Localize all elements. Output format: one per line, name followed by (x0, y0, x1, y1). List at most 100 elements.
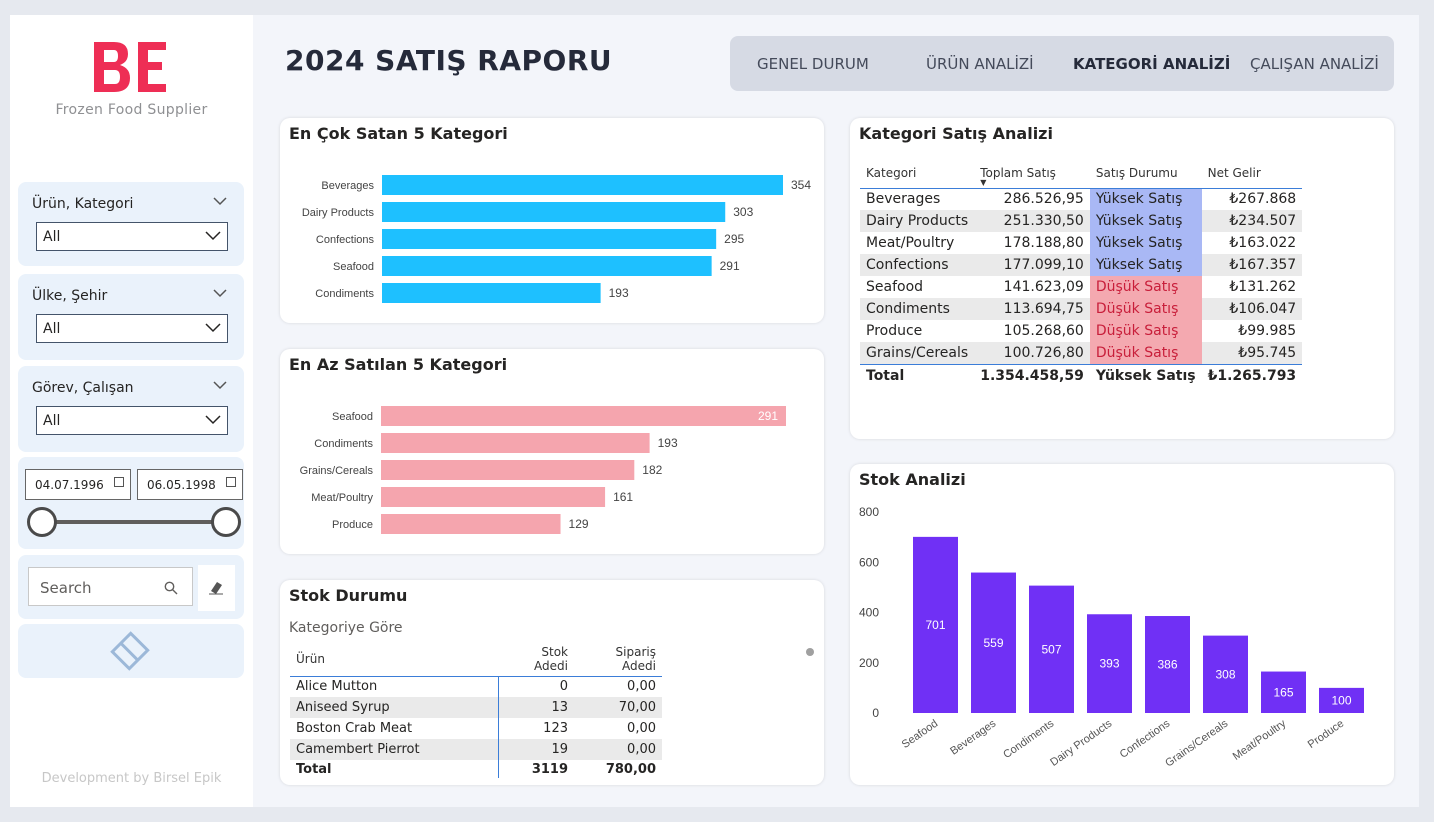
end-date-handle[interactable] (211, 507, 241, 537)
country-city-dropdown[interactable]: All (36, 314, 228, 343)
scrollbar-handle[interactable] (806, 648, 814, 656)
table-row[interactable]: Seafood 141.623,09 Düşük Satış ₺131.262 (860, 276, 1302, 298)
category-cell: Produce (866, 323, 923, 339)
sort-descending-icon[interactable]: ▼ (980, 178, 986, 187)
sales-status-cell: Düşük Satış (1089, 342, 1202, 364)
column-header-total-sales[interactable]: Toplam Satış ▼ (974, 158, 1090, 188)
total-sales-cell: 141.623,09 (1003, 279, 1084, 295)
chevron-down-icon[interactable] (212, 194, 228, 208)
bar[interactable] (382, 175, 783, 195)
search-icon[interactable] (164, 581, 178, 595)
category-label: Seafood (332, 411, 373, 423)
x-tick-label: Seafood (900, 718, 940, 751)
y-tick-label: 200 (859, 656, 879, 670)
reset-filters-button[interactable] (18, 624, 244, 678)
dropdown-value: All (43, 229, 61, 245)
data-label: 308 (1215, 667, 1235, 681)
table-row[interactable]: Camembert Pierrot 19 0,00 (290, 739, 662, 760)
column-header-order[interactable]: Sipariş Adedi (574, 642, 662, 676)
column-header-label: Toplam Satış (980, 165, 1056, 180)
table-row[interactable]: Produce 105.268,60 Düşük Satış ₺99.985 (860, 320, 1302, 342)
table-row[interactable]: Grains/Cereals 100.726,80 Düşük Satış ₺95.7… (860, 342, 1303, 364)
data-label: 291 (720, 259, 740, 273)
total-sales-cell: 113.694,75 (974, 298, 1090, 320)
total-row: Total 1.354.458,59 Yüksek Satış ₺1.265.7… (860, 363, 1303, 388)
net-income-cell: ₺106.047 (1201, 298, 1303, 320)
sales-status-cell: Düşük Satış (1089, 298, 1202, 320)
order-cell: 70,00 (574, 697, 662, 718)
table-row[interactable]: Dairy Products 251.330,50 Yüksek Satış ₺234… (860, 210, 1303, 232)
category-label: Dairy Products (302, 207, 375, 219)
bar[interactable] (381, 487, 606, 507)
net-income-cell: ₺167.357 (1201, 254, 1303, 276)
tab-kategori-analizi[interactable]: KATEGORİ ANALİZİ (1073, 55, 1230, 73)
start-date-input[interactable]: 04.07.1996 (25, 469, 131, 500)
bar[interactable] (382, 202, 726, 222)
category-cell: Meat/Poultry (866, 235, 955, 251)
search-input[interactable]: Search (28, 567, 193, 606)
page-navigator: GENEL DURUM ÜRÜN ANALİZİ KATEGORİ ANALİZ… (730, 36, 1394, 91)
tab-genel-durum[interactable]: GENEL DURUM (757, 55, 869, 73)
bar[interactable] (381, 460, 635, 480)
table-row[interactable]: Aniseed Syrup 13 70,00 (290, 697, 662, 718)
eraser-icon (110, 631, 150, 671)
bar[interactable] (382, 256, 712, 276)
table-row[interactable]: Alice Mutton 0 0,00 (290, 676, 662, 697)
page-title: 2024 SATIŞ RAPORU (285, 44, 613, 77)
data-label: 161 (613, 490, 633, 504)
column-header-sales-status[interactable]: Satış Durumu (1090, 158, 1202, 188)
net-income-cell: ₺267.868 (1229, 191, 1297, 208)
calendar-icon[interactable] (226, 477, 236, 487)
start-date-value: 04.07.1996 (35, 478, 104, 492)
table-row[interactable]: Confections 177.099,10 Yüksek Satış ₺167.35… (860, 254, 1303, 276)
date-slider-track[interactable] (42, 520, 226, 524)
total-sales-cell: 100.726,80 (974, 342, 1090, 364)
calendar-icon[interactable] (114, 477, 124, 487)
total-net: ₺1.265.793 (1201, 363, 1303, 388)
column-header-product[interactable]: Ürün (290, 642, 498, 676)
table-row[interactable]: Condiments 113.694,75 Düşük Satış ₺106.047 (860, 298, 1303, 320)
start-date-handle[interactable] (27, 507, 57, 537)
role-employee-dropdown[interactable]: All (36, 406, 228, 435)
total-order: 780,00 (605, 761, 656, 777)
bar[interactable] (381, 514, 561, 534)
developer-credit: Development by Birsel Epik (41, 771, 222, 786)
category-label: Beverages (321, 180, 374, 192)
product-category-slicer: Ürün, Kategori All (18, 182, 244, 266)
stock-cell: 19 (498, 739, 574, 760)
x-tick-label: Meat/Poultry (1231, 717, 1289, 763)
category-label: Condiments (314, 438, 373, 450)
y-tick-label: 400 (859, 606, 879, 620)
sales-status-cell: Düşük Satış (1089, 276, 1202, 298)
bar[interactable] (381, 433, 650, 453)
tab-urun-analizi[interactable]: ÜRÜN ANALİZİ (926, 55, 1034, 73)
table-row[interactable]: Meat/Poultry 178.188,80 Yüksek Satış ₺163.0… (860, 232, 1302, 254)
bar[interactable] (382, 283, 601, 303)
column-header-category[interactable]: Kategori (860, 158, 974, 188)
bar[interactable] (382, 229, 717, 249)
tab-calisan-analizi[interactable]: ÇALIŞAN ANALİZİ (1250, 55, 1379, 73)
total-sales-cell: 178.188,80 (1003, 235, 1084, 251)
column-header-net-income[interactable]: Net Gelir (1202, 158, 1303, 188)
category-cell: Confections (860, 254, 975, 276)
chevron-down-icon[interactable] (212, 286, 228, 300)
end-date-value: 06.05.1998 (147, 478, 216, 492)
table-row[interactable]: Beverages 286.526,95 Yüksek Satış ₺267.868 (860, 188, 1302, 210)
data-label: 295 (724, 232, 744, 246)
chevron-down-icon (205, 231, 221, 241)
stock-status-card: Stok Durumu Kategoriye Göre Ürün Stok Ad… (280, 580, 824, 785)
product-category-dropdown[interactable]: All (36, 222, 228, 251)
dropdown-value: All (43, 413, 61, 429)
end-date-input[interactable]: 06.05.1998 (137, 469, 243, 500)
product-cell: Aniseed Syrup (290, 697, 499, 718)
total-sales-cell: 177.099,10 (974, 254, 1090, 276)
table-row[interactable]: Boston Crab Meat 123 0,00 (290, 718, 662, 739)
clear-search-button[interactable] (198, 565, 235, 611)
total-sales-cell: 105.268,60 (1003, 323, 1084, 339)
bar[interactable] (381, 406, 786, 426)
chevron-down-icon[interactable] (212, 378, 228, 392)
order-cell: 0,00 (627, 679, 656, 695)
stock-cell: 123 (543, 721, 568, 736)
data-label: 291 (758, 409, 778, 423)
column-header-stock[interactable]: Stok Adedi (498, 642, 574, 676)
